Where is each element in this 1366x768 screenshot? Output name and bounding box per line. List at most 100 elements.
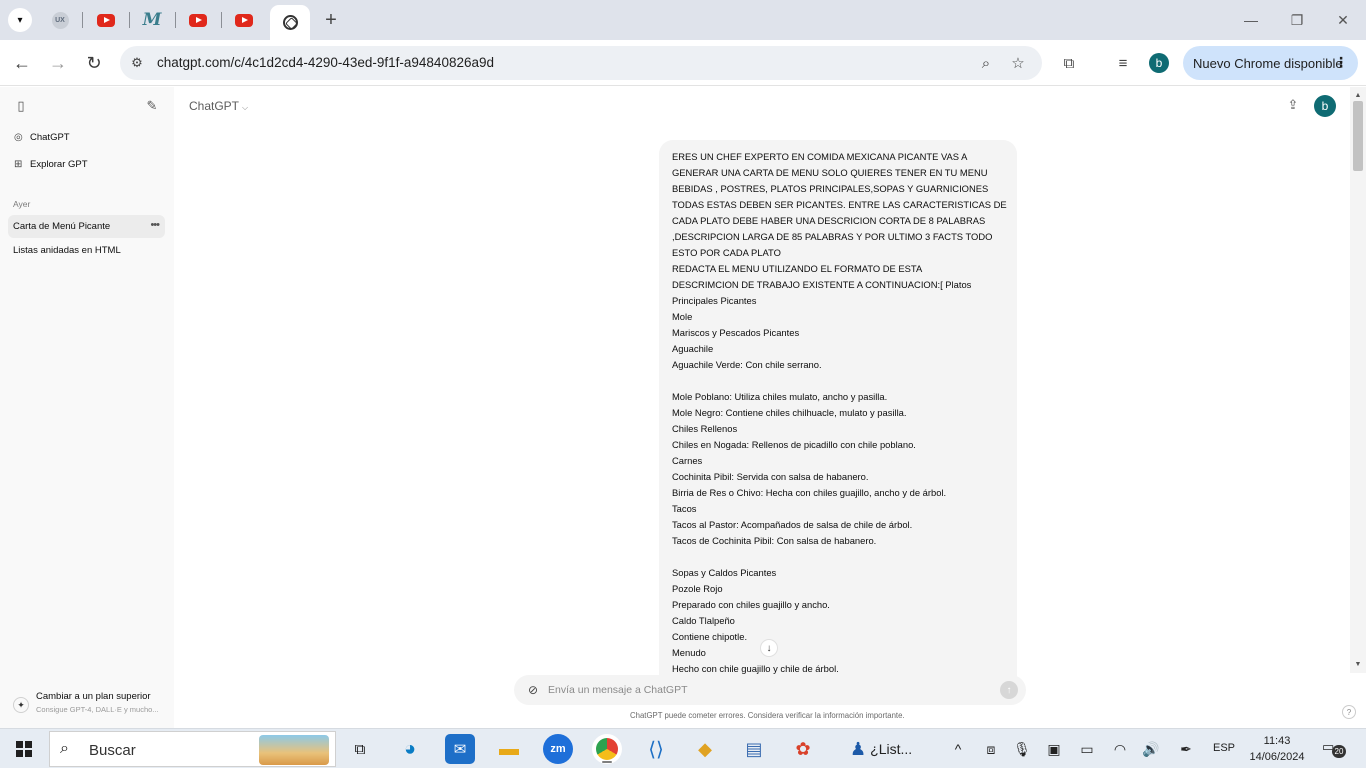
forward-button[interactable]: → [44,49,72,77]
user-message-bubble: ERES UN CHEF EXPERTO EN COMIDA MEXICANA … [659,140,1017,680]
pen-icon[interactable]: ✒ [1176,739,1196,759]
tab-chatgpt-active[interactable] [270,5,310,40]
message-composer: ⊘ ↑ [514,675,1026,705]
message-line: ERES UN CHEF EXPERTO EN COMIDA MEXICANA … [672,151,968,162]
conversation-pane: ChatGPT ⌵ ⇪ b ERES UN CHEF EXPERTO EN COM… [174,87,1366,728]
browser-toolbar: ← → ↻ ⚙ chatgpt.com/c/4c1d2cd4-4290-43ed… [0,40,1366,86]
git-app-icon[interactable]: ◆ [690,734,720,764]
m-site-icon: M [142,10,162,30]
sidebar-item-explore-gpts[interactable]: ⊞ Explorar GPT [8,153,165,176]
message-line: Contiene chipotle. [672,631,748,642]
volume-icon[interactable]: 🔊 [1141,739,1161,759]
extensions-icon[interactable]: ⧉ [1058,52,1080,74]
notepad-icon[interactable]: ▤ [739,734,769,764]
message-line: GENERAR UNA CARTA DE MENU SOLO QUIERES T… [672,167,988,178]
restore-button[interactable]: ❐ [1274,6,1320,34]
chat-history-item[interactable]: Listas anidadas en HTML [8,239,165,262]
site-settings-icon[interactable]: ⚙ [128,54,146,72]
windows-start-icon[interactable] [16,741,32,757]
battery-icon[interactable]: ▭ [1077,739,1097,759]
tab-separator [175,12,176,28]
message-line: BEBIDAS , POSTRES, PLATOS PRINCIPALES,SO… [672,183,989,194]
wifi-icon[interactable]: ◠ [1110,739,1130,759]
address-bar[interactable]: ⚙ chatgpt.com/c/4c1d2cd4-4290-43ed-9f1f-… [120,46,1042,80]
camera-icon[interactable]: ▣ [1044,739,1064,759]
share-icon[interactable]: ⇪ [1284,96,1302,114]
vscode-icon[interactable]: ⟨⟩ [641,734,671,764]
chat-history-item[interactable]: Carta de Menú Picante ••• [8,215,165,238]
new-chat-icon[interactable]: ✎ [142,96,162,116]
close-window-button[interactable]: ✕ [1320,6,1366,34]
phone-link-icon[interactable]: ⧈ [981,739,1001,759]
bookmark-star-icon[interactable]: ☆ [1008,53,1028,73]
url-text[interactable]: chatgpt.com/c/4c1d2cd4-4290-43ed-9f1f-a9… [157,55,494,70]
language-indicator[interactable]: ESP [1213,742,1235,754]
task-view-icon[interactable]: ⧉ [345,734,375,764]
tab-youtube-3[interactable] [232,9,256,31]
message-line: CADA PLATO DEBE HABER UNA DESCRICION COR… [672,215,986,226]
media-controls-icon[interactable]: ≡ [1112,52,1134,74]
people-icon: ♟ [850,738,867,759]
chat-options-icon[interactable]: ••• [150,219,160,231]
tab-ux[interactable]: UX [48,9,72,31]
zoom-app-icon[interactable]: zm [543,734,573,764]
mail-icon[interactable]: ✉ [445,734,475,764]
chrome-icon[interactable] [592,734,622,764]
attach-file-icon[interactable]: ⊘ [526,682,540,698]
file-explorer-icon[interactable]: ▬ [494,734,524,764]
send-button[interactable]: ↑ [1000,681,1018,699]
clock[interactable]: 11:43 14/06/2024 [1248,733,1306,765]
message-line: Birria de Res o Chivo: Hecha con chiles … [672,487,947,498]
message-line: DESCRIMCION DE TRABAJO EXISTENTE A CONTI… [672,279,972,290]
zoom-icon[interactable]: ⌕ [976,53,996,73]
toggle-sidebar-icon[interactable]: ▯ [11,96,31,116]
scroll-down-arrow-icon[interactable]: ▼ [1353,659,1363,669]
message-line: TODAS ESTAS DEBEN SER PICANTES. ENTRE LA… [672,199,1007,210]
user-avatar[interactable]: b [1314,95,1336,117]
profile-avatar[interactable]: b [1149,53,1169,73]
model-selector[interactable]: ChatGPT ⌵ [189,99,248,113]
edge-icon[interactable]: ◕ [395,734,425,764]
grid-icon: ⊞ [14,159,23,170]
tab-youtube-1[interactable] [94,9,118,31]
search-highlight-image [259,735,329,765]
message-line: Preparado con chiles guajillo y ancho. [672,599,830,610]
message-line: Tacos al Pastor: Acompañados de salsa de… [672,519,913,530]
notification-center[interactable]: ▭ 20 [1322,739,1350,759]
show-hidden-icons-icon[interactable]: ^ [948,739,968,759]
taskbar: ⌕ Buscar ⧉ ◕ ✉ ▬ zm ⟨⟩ ◆ ▤ ✿ ♟ ¿List... ^… [0,728,1366,768]
message-line: Tacos de Cochinita Pibil: Con salsa de h… [672,535,877,546]
scrollbar[interactable]: ▲ ▼ [1350,87,1366,673]
openai-logo-icon [282,15,298,30]
help-icon[interactable]: ? [1342,705,1356,719]
scrollbar-thumb[interactable] [1353,101,1363,171]
notification-count-badge: 20 [1332,745,1346,758]
upgrade-plan-button[interactable]: ✦ Cambiar a un plan superior Consigue GP… [8,689,168,719]
new-tab-button[interactable]: + [320,9,342,31]
message-line: Carnes [672,455,703,466]
window-label: ¿List... [870,741,913,757]
paint-app-icon[interactable]: ✿ [788,734,818,764]
chrome-update-button[interactable]: Nuevo Chrome disponible ⋮ [1183,46,1358,80]
scroll-up-arrow-icon[interactable]: ▲ [1353,90,1363,100]
scroll-to-bottom-icon[interactable]: ↓ [760,639,778,657]
more-menu-icon[interactable]: ⋮ [1334,54,1348,71]
message-line: Mole [672,311,693,322]
message-line: Sopas y Caldos Picantes [672,567,777,578]
sparkle-icon: ✦ [13,697,29,713]
tab-search-chevron-icon[interactable]: ▾ [8,8,32,32]
tab-youtube-2[interactable] [186,9,210,31]
sidebar-item-label: ChatGPT [30,132,70,143]
message-line: Menudo [672,647,706,658]
sidebar-item-chatgpt[interactable]: ◎ ChatGPT [8,126,165,149]
browser-tab-strip: ▾ UX M + — ❐ ✕ [0,0,1366,40]
message-input[interactable] [548,681,988,699]
sidebar: ▯ ✎ ◎ ChatGPT ⊞ Explorar GPT Ayer Carta … [0,87,174,728]
back-button[interactable]: ← [8,49,36,77]
taskbar-search[interactable]: ⌕ Buscar [49,731,336,767]
microphone-icon[interactable]: 🎙 [1012,739,1032,759]
minimize-button[interactable]: — [1228,6,1274,34]
taskbar-window-list[interactable]: ♟ ¿List... [850,734,930,764]
reload-button[interactable]: ↻ [80,49,108,77]
tab-m-site[interactable]: M [140,9,164,31]
